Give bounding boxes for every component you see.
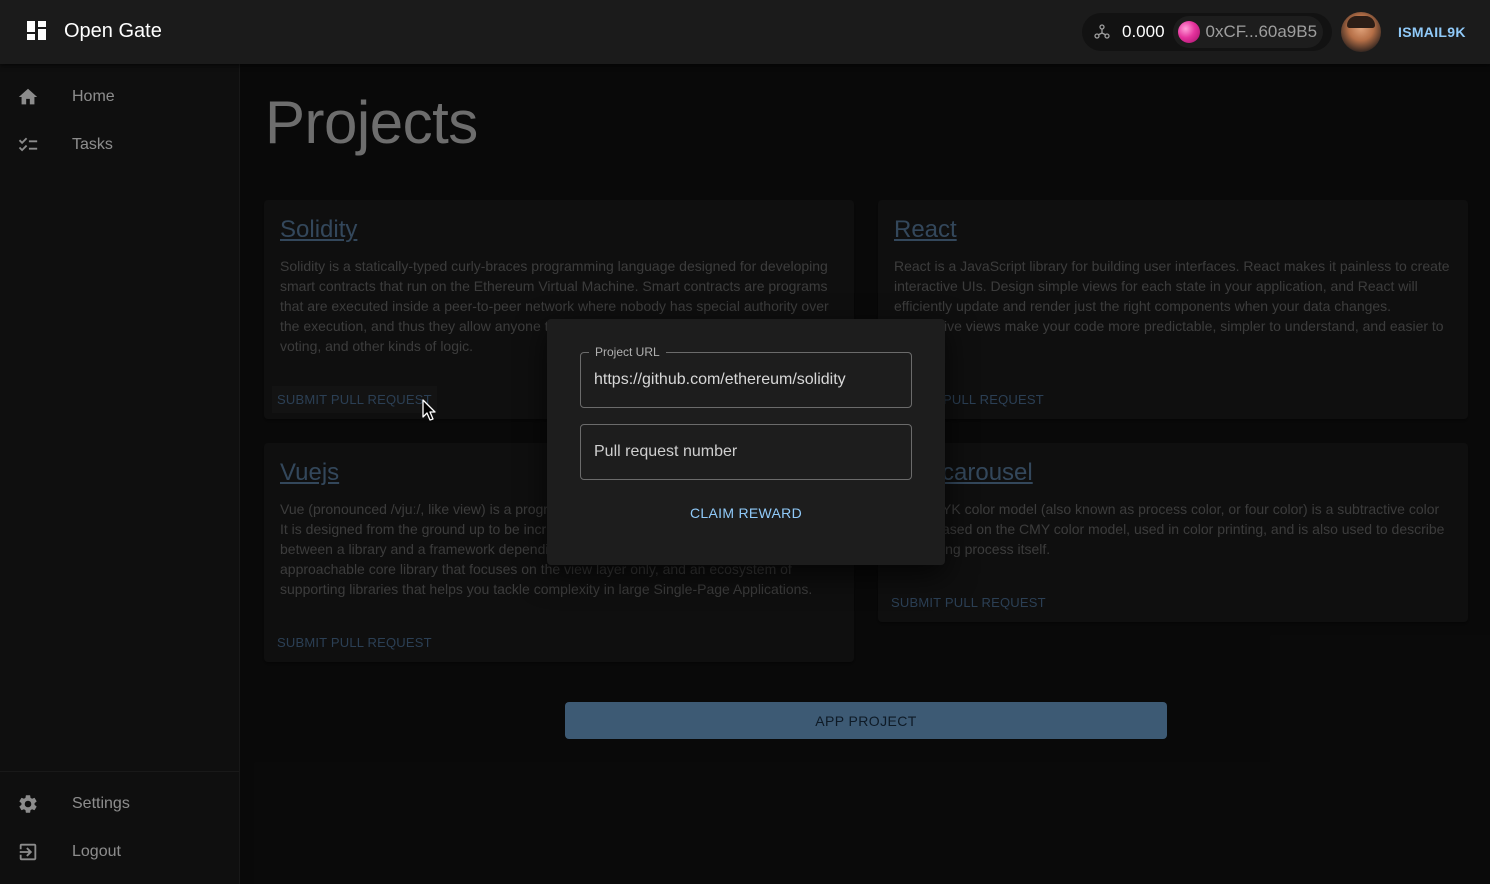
username[interactable]: ISMAIL9K bbox=[1398, 24, 1466, 40]
network-icon bbox=[1094, 24, 1110, 39]
wallet-identicon bbox=[1177, 21, 1200, 43]
address-chip[interactable]: 0xCF...60a9B5 bbox=[1172, 16, 1323, 48]
project-url-field[interactable]: Project URL https://github.com/ethereum/… bbox=[580, 345, 912, 408]
mouse-cursor-icon bbox=[422, 399, 436, 421]
app-bar: Open Gate 0.000 0xCF...60a9B5 ISMAIL9K bbox=[0, 0, 1490, 64]
claim-reward-dialog: Project URL https://github.com/ethereum/… bbox=[547, 319, 945, 565]
dashboard-icon bbox=[27, 21, 46, 40]
add-project-button[interactable]: APP PROJECT bbox=[565, 702, 1167, 739]
wallet-balance: 0.000 bbox=[1122, 22, 1165, 41]
wallet-address: 0xCF...60a9B5 bbox=[1205, 22, 1318, 41]
pull-request-number-field[interactable]: Pull request number bbox=[580, 424, 912, 480]
wallet-chip[interactable]: 0.000 0xCF...60a9B5 bbox=[1082, 13, 1332, 51]
project-url-value: https://github.com/ethereum/solidity bbox=[594, 371, 846, 388]
claim-reward-button[interactable]: CLAIM REWARD bbox=[547, 505, 945, 521]
pull-request-number-placeholder: Pull request number bbox=[594, 443, 738, 460]
avatar[interactable] bbox=[1341, 12, 1381, 52]
app-title: Open Gate bbox=[64, 20, 162, 42]
project-url-label: Project URL bbox=[589, 345, 666, 359]
